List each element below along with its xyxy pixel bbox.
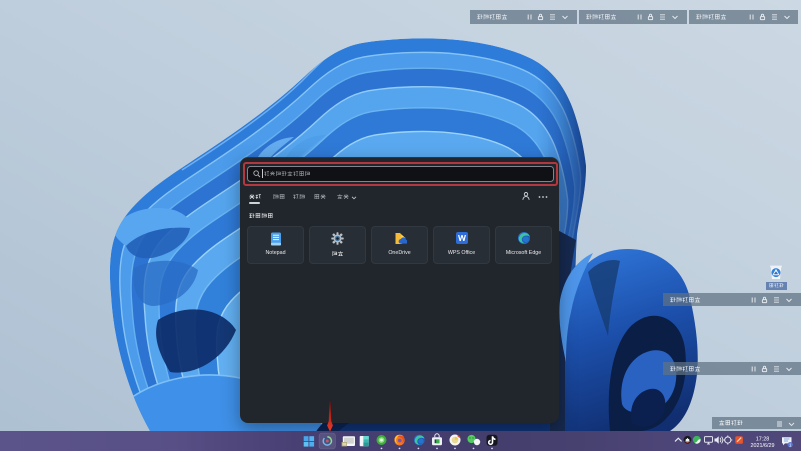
svg-text:17:28: 17:28 [756, 437, 770, 443]
svg-text:2021/6/29: 2021/6/29 [751, 443, 775, 449]
